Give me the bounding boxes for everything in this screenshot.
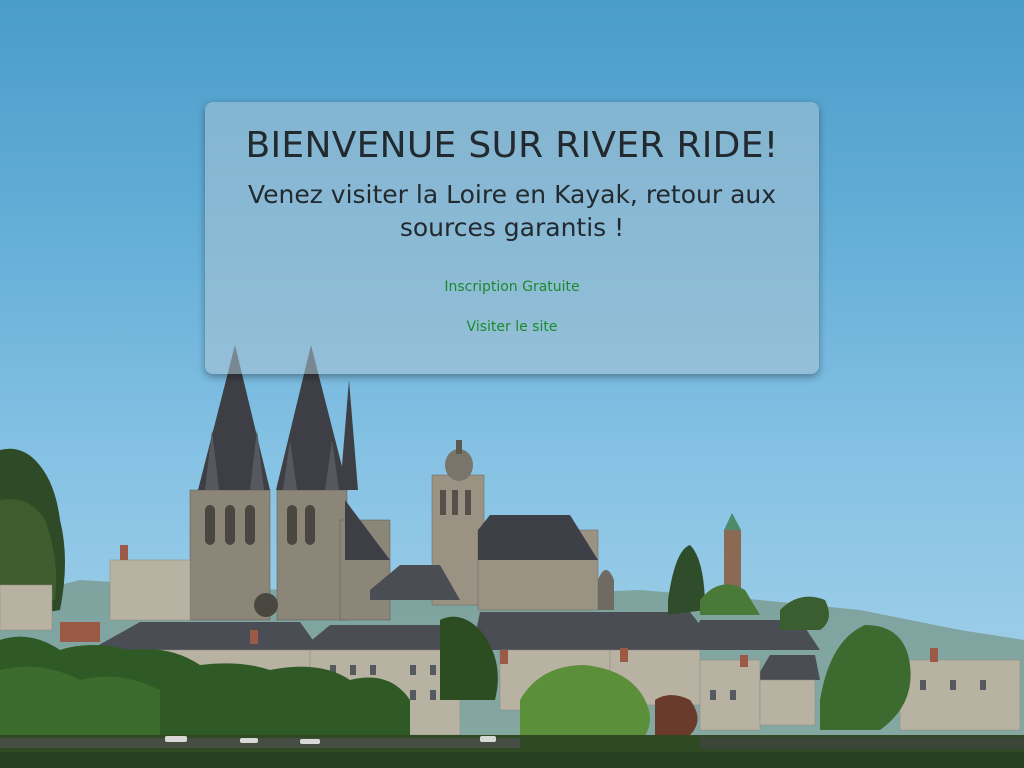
- visit-link-row: Visiter le site: [205, 318, 819, 336]
- free-signup-link[interactable]: Inscription Gratuite: [444, 279, 579, 295]
- welcome-subtitle: Venez visiter la Loire en Kayak, retour …: [247, 180, 777, 242]
- welcome-card: BIENVENUE SUR RIVER RIDE! Venez visiter …: [205, 102, 819, 374]
- visit-site-link[interactable]: Visiter le site: [467, 319, 558, 335]
- welcome-title: BIENVENUE SUR RIVER RIDE!: [245, 125, 779, 166]
- signup-link-row: Inscription Gratuite: [205, 278, 819, 296]
